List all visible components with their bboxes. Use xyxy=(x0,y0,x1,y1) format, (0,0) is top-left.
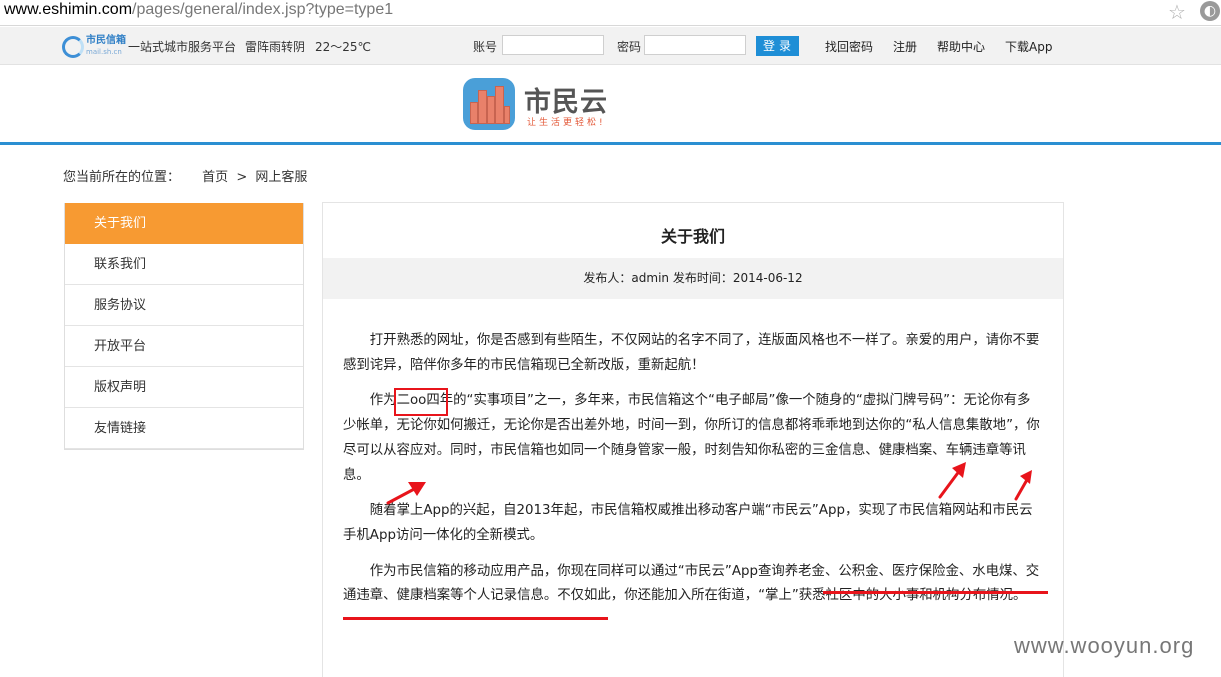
annotation-arrows xyxy=(386,462,1032,505)
watermark: www.wooyun.org xyxy=(1014,633,1195,658)
